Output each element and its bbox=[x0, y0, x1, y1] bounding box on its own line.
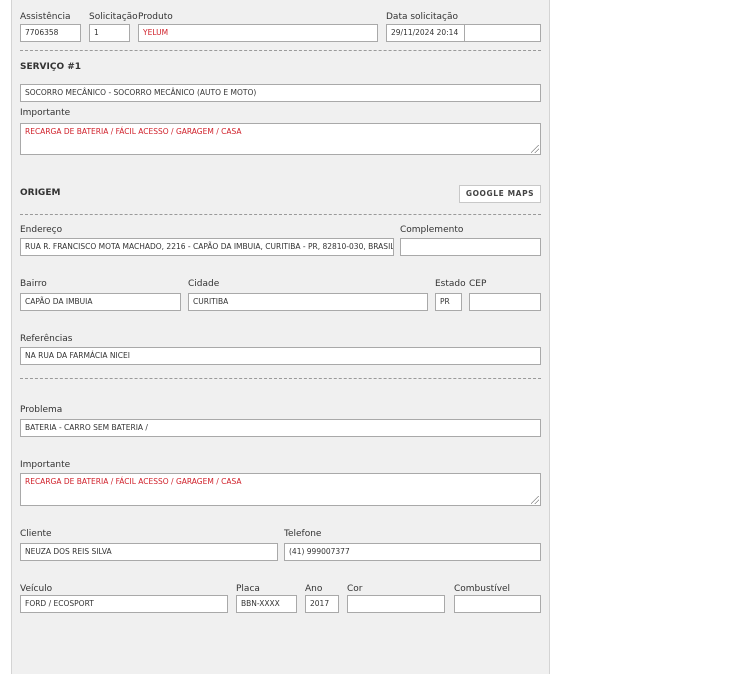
solicitacao-field[interactable]: 1 bbox=[89, 24, 130, 42]
cep-label: CEP bbox=[469, 279, 487, 289]
data-solicitacao-label: Data solicitação bbox=[386, 12, 459, 22]
telefone-field[interactable]: (41) 999007377 bbox=[284, 543, 541, 561]
produto-field[interactable]: YELUM bbox=[138, 24, 378, 42]
telefone-label: Telefone bbox=[284, 529, 322, 539]
cor-label: Cor bbox=[347, 584, 363, 594]
data-solicitacao-field[interactable]: 29/11/2024 20:14 bbox=[386, 24, 465, 42]
resize-grip-icon[interactable] bbox=[531, 145, 539, 153]
divider bbox=[20, 378, 541, 379]
servico-title: SERVIÇO #1 bbox=[20, 62, 82, 72]
endereco-field[interactable]: RUA R. FRANCISCO MOTA MACHADO, 2216 - CA… bbox=[20, 238, 394, 256]
cliente-field[interactable]: NEUZA DOS REIS SILVA bbox=[20, 543, 278, 561]
cidade-field[interactable]: CURITIBA bbox=[188, 293, 428, 311]
estado-field[interactable]: PR bbox=[435, 293, 462, 311]
estado-label: Estado bbox=[435, 279, 466, 289]
divider bbox=[20, 50, 541, 51]
hora-field[interactable] bbox=[464, 24, 541, 42]
servico-importante-label: Importante bbox=[20, 108, 71, 118]
problema-label: Problema bbox=[20, 405, 63, 415]
bairro-field[interactable]: CAPÃO DA IMBUIA bbox=[20, 293, 181, 311]
origem-title: ORIGEM bbox=[20, 188, 61, 198]
produto-label: Produto bbox=[138, 12, 173, 22]
cliente-label: Cliente bbox=[20, 529, 52, 539]
assistencia-field[interactable]: 7706358 bbox=[20, 24, 81, 42]
ano-label: Ano bbox=[305, 584, 323, 594]
problema-importante-text: RECARGA DE BATERIA / FÁCIL ACESSO / GARA… bbox=[25, 477, 242, 486]
endereco-label: Endereço bbox=[20, 225, 63, 235]
placa-field[interactable]: BBN-XXXX bbox=[236, 595, 297, 613]
ano-field[interactable]: 2017 bbox=[305, 595, 339, 613]
cep-field[interactable] bbox=[469, 293, 541, 311]
problema-importante-label: Importante bbox=[20, 460, 71, 470]
complemento-field[interactable] bbox=[400, 238, 541, 256]
placa-label: Placa bbox=[236, 584, 260, 594]
referencias-field[interactable]: NA RUA DA FARMÁCIA NICEI bbox=[20, 347, 541, 365]
complemento-label: Complemento bbox=[400, 225, 464, 235]
servico-field[interactable]: SOCORRO MECÂNICO - SOCORRO MECÂNICO (AUT… bbox=[20, 84, 541, 102]
problema-field[interactable]: BATERIA - CARRO SEM BATERIA / bbox=[20, 419, 541, 437]
divider bbox=[20, 214, 541, 215]
veiculo-label: Veículo bbox=[20, 584, 53, 594]
cor-field[interactable] bbox=[347, 595, 445, 613]
combustivel-label: Combustível bbox=[454, 584, 511, 594]
combustivel-field[interactable] bbox=[454, 595, 541, 613]
assistencia-label: Assistência bbox=[20, 12, 71, 22]
servico-importante-textarea[interactable]: RECARGA DE BATERIA / FÁCIL ACESSO / GARA… bbox=[20, 123, 541, 155]
servico-importante-text: RECARGA DE BATERIA / FÁCIL ACESSO / GARA… bbox=[25, 127, 242, 136]
problema-importante-textarea[interactable]: RECARGA DE BATERIA / FÁCIL ACESSO / GARA… bbox=[20, 473, 541, 506]
referencias-label: Referências bbox=[20, 334, 73, 344]
google-maps-button[interactable]: GOOGLE MAPS bbox=[459, 185, 541, 203]
solicitacao-label: Solicitação bbox=[89, 12, 138, 22]
bairro-label: Bairro bbox=[20, 279, 47, 289]
cidade-label: Cidade bbox=[188, 279, 220, 289]
resize-grip-icon[interactable] bbox=[531, 496, 539, 504]
veiculo-field[interactable]: FORD / ECOSPORT bbox=[20, 595, 228, 613]
